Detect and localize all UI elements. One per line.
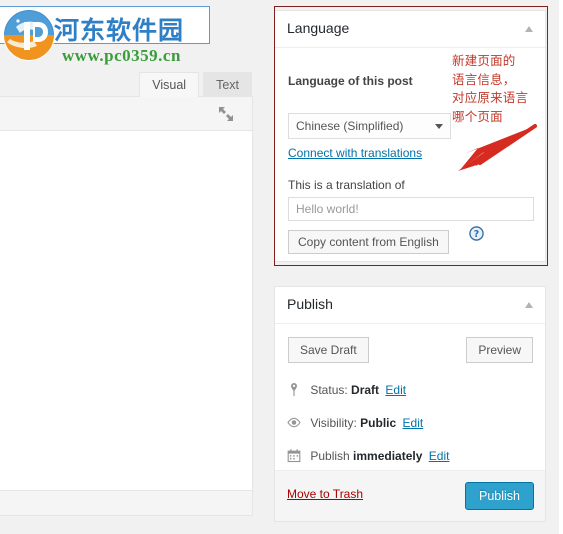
- translation-of-input[interactable]: Hello world!: [288, 197, 534, 221]
- visibility-value: Public: [360, 416, 397, 430]
- watermark-url: www.pc0359.cn: [62, 46, 181, 65]
- fullscreen-expand-icon[interactable]: [216, 104, 236, 124]
- chevron-up-icon[interactable]: [523, 24, 535, 34]
- translation-of-placeholder: Hello world!: [296, 202, 359, 216]
- editor-column: 河东软件园 www.pc0359.cn Visual Text: [0, 0, 262, 534]
- language-select-value: Chinese (Simplified): [296, 119, 404, 133]
- shield-logo-icon: [3, 9, 55, 61]
- eye-icon: [287, 417, 301, 428]
- publish-button[interactable]: Publish: [465, 482, 534, 510]
- visibility-edit-link[interactable]: Edit: [403, 416, 424, 430]
- calendar-icon: [287, 449, 301, 463]
- connect-with-translations-link[interactable]: Connect with translations: [288, 146, 422, 160]
- editor-tab-bar: Visual Text: [135, 71, 252, 97]
- language-panel-title: Language: [287, 20, 350, 36]
- pin-icon: [291, 382, 297, 397]
- move-to-trash-link[interactable]: Move to Trash: [287, 487, 363, 501]
- publish-panel: Publish Save Draft Preview Status: Draft…: [274, 286, 546, 522]
- translation-of-label: This is a translation of: [288, 178, 405, 192]
- save-draft-button[interactable]: Save Draft: [288, 337, 369, 363]
- post-editor: Visual Text: [0, 72, 253, 516]
- editor-content-area[interactable]: [0, 131, 252, 473]
- sidebar-right-edge: [559, 0, 563, 534]
- language-select[interactable]: Chinese (Simplified): [288, 113, 451, 139]
- tab-visual[interactable]: Visual: [139, 72, 200, 97]
- chevron-up-icon[interactable]: [523, 300, 535, 310]
- watermark-site-name: 河东软件园: [54, 16, 185, 45]
- editor-footer-strip: [0, 518, 253, 534]
- editor-toolbar: [0, 97, 252, 131]
- schedule-row: Publish immediately Edit: [286, 448, 449, 466]
- language-field-label: Language of this post: [288, 74, 413, 88]
- schedule-prefix: Publish: [310, 449, 350, 463]
- status-edit-link[interactable]: Edit: [385, 383, 406, 397]
- status-value: Draft: [351, 383, 380, 397]
- status-row: Status: Draft Edit: [286, 382, 406, 400]
- publish-panel-title: Publish: [287, 296, 333, 312]
- annotation-line-1: 新建页面的: [452, 53, 516, 68]
- visibility-row: Visibility: Public Edit: [286, 415, 423, 433]
- language-panel-header[interactable]: Language: [275, 11, 545, 48]
- help-question-icon[interactable]: ?: [469, 226, 484, 241]
- svg-text:?: ?: [474, 229, 479, 240]
- schedule-edit-link[interactable]: Edit: [429, 449, 450, 463]
- visibility-prefix: Visibility:: [310, 416, 357, 430]
- publish-actions-bar: Move to Trash Publish: [275, 470, 545, 521]
- preview-button[interactable]: Preview: [466, 337, 533, 363]
- status-prefix: Status:: [310, 383, 348, 397]
- publish-panel-header[interactable]: Publish: [275, 287, 545, 324]
- screen-root: 河东软件园 www.pc0359.cn Visual Text Language…: [0, 0, 563, 534]
- copy-content-from-english-button[interactable]: Copy content from English: [288, 230, 449, 254]
- red-arrow-pointer: [458, 124, 537, 171]
- schedule-value: immediately: [353, 449, 423, 463]
- editor-status-bar: [0, 490, 252, 515]
- annotation-line-3: 对应原来语言: [452, 90, 529, 105]
- tab-text[interactable]: Text: [203, 72, 252, 97]
- annotation-text: 新建页面的 语言信息， 对应原来语言 哪个页面: [452, 52, 556, 126]
- annotation-line-2: 语言信息，: [452, 71, 516, 87]
